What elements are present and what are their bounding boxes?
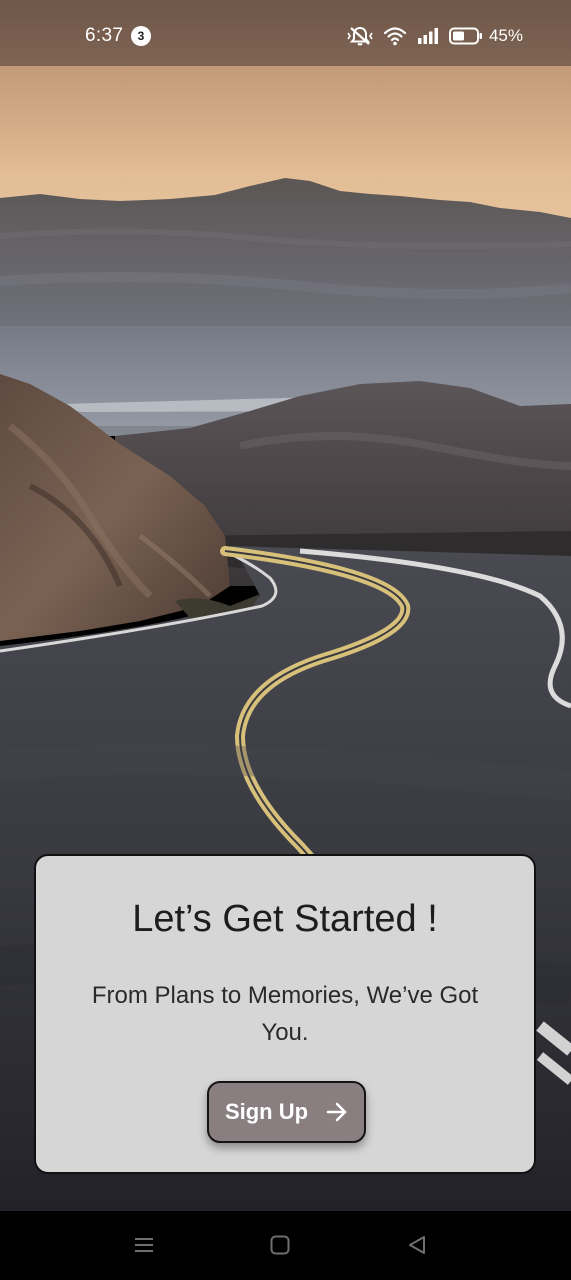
menu-icon[interactable] bbox=[132, 1233, 156, 1257]
get-started-card: Let’s Get Started ! From Plans to Memori… bbox=[34, 854, 536, 1174]
sign-up-label: Sign Up bbox=[224, 1099, 309, 1124]
mute-vibrate-icon bbox=[347, 25, 373, 47]
signal-icon bbox=[417, 27, 439, 45]
battery-icon bbox=[448, 27, 483, 45]
notification-count-badge: 3 bbox=[131, 26, 151, 46]
wifi-icon bbox=[383, 26, 407, 46]
status-icons: 45% bbox=[347, 24, 523, 48]
sign-up-button[interactable]: Sign Up bbox=[207, 1081, 366, 1143]
back-icon[interactable] bbox=[405, 1233, 429, 1257]
navigation-bar bbox=[0, 1211, 571, 1280]
arrow-right-icon bbox=[326, 1102, 348, 1122]
battery-percent: 45% bbox=[488, 26, 523, 45]
status-time: 6:37 bbox=[85, 25, 124, 46]
home-icon[interactable] bbox=[268, 1233, 292, 1257]
status-bar: 6:37 3 45% bbox=[0, 0, 571, 66]
card-title: Let’s Get Started ! bbox=[132, 898, 438, 940]
card-subtitle: From Plans to Memories, We’ve Got You. bbox=[91, 982, 479, 1046]
